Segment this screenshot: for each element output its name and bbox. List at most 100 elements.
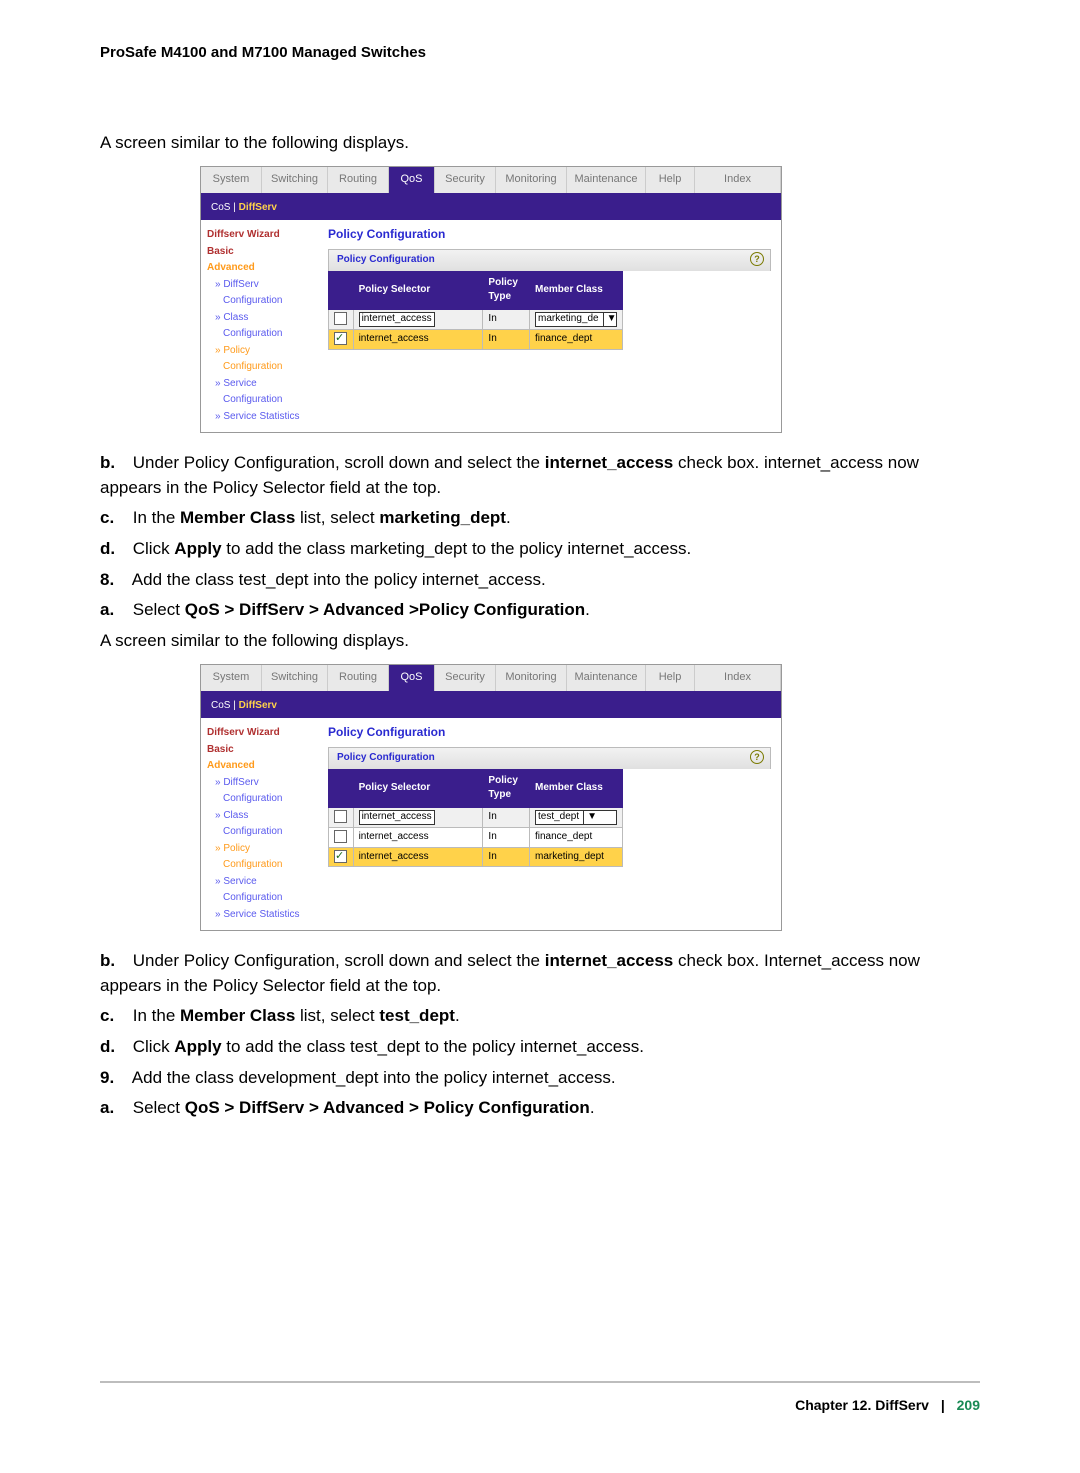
table-row-selected[interactable]: internet_access In marketing_dept <box>329 847 623 867</box>
tab-security[interactable]: Security <box>435 665 496 691</box>
step-d2: d. Click Apply to add the class test_dep… <box>100 1035 980 1060</box>
subtab-diffserv[interactable]: DiffServ <box>239 202 277 213</box>
sub-tab-bar: CoS | DiffServ <box>201 196 781 221</box>
sidebar-service-cfg2[interactable]: Configuration <box>223 393 312 408</box>
tab-index[interactable]: Index <box>695 665 781 691</box>
footer-rule <box>100 1381 980 1383</box>
cell-type: In <box>483 309 530 329</box>
table-row-edit: internet_access In marketing_de▼ <box>329 309 623 329</box>
step-9a: a. Select QoS > DiffServ > Advanced > Po… <box>100 1096 980 1121</box>
footer: Chapter 12. DiffServ | 209 <box>100 1397 980 1413</box>
row-checkbox-checked[interactable] <box>334 850 347 863</box>
member-class-select[interactable]: test_dept▼ <box>535 810 617 825</box>
sidebar-service-cfg[interactable]: » Service <box>215 875 312 890</box>
sidebar-service-stats[interactable]: » Service Statistics <box>215 908 312 923</box>
col-type: Policy Type <box>483 271 530 309</box>
chevron-down-icon: ▼ <box>603 312 617 327</box>
tab-qos[interactable]: QoS <box>389 167 435 193</box>
sidebar-basic[interactable]: Basic <box>207 245 312 260</box>
tab-security[interactable]: Security <box>435 167 496 193</box>
sidebar-service-stats[interactable]: » Service Statistics <box>215 410 312 425</box>
sidebar-diffserv-cfg2[interactable]: Configuration <box>223 792 312 807</box>
policy-table: Policy Selector Policy Type Member Class… <box>328 271 623 350</box>
tab-help[interactable]: Help <box>646 167 695 193</box>
main-title: Policy Configuration <box>328 226 771 243</box>
sidebar-wizard[interactable]: Diffserv Wizard <box>207 726 312 741</box>
tab-routing[interactable]: Routing <box>328 665 389 691</box>
sidebar-diffserv-cfg2[interactable]: Configuration <box>223 294 312 309</box>
sidebar-advanced[interactable]: Advanced <box>207 759 312 774</box>
member-class-select[interactable]: marketing_de▼ <box>535 312 617 327</box>
subtab-sep: | <box>233 700 236 711</box>
tab-maintenance[interactable]: Maintenance <box>567 167 646 193</box>
text: to add the class test_dept to the policy… <box>222 1037 644 1056</box>
col-selector: Policy Selector <box>353 769 483 807</box>
row-checkbox[interactable] <box>334 810 347 823</box>
subtab-cos[interactable]: CoS <box>211 202 230 213</box>
text: list, select <box>295 1006 379 1025</box>
sidebar-basic[interactable]: Basic <box>207 743 312 758</box>
step-8a: a. Select QoS > DiffServ > Advanced >Pol… <box>100 598 980 623</box>
tab-system[interactable]: System <box>201 167 262 193</box>
sidebar-class-cfg[interactable]: » Class <box>215 311 312 326</box>
tab-index[interactable]: Index <box>695 167 781 193</box>
policy-selector-input[interactable]: internet_access <box>359 312 435 327</box>
label-9: 9. <box>100 1066 128 1091</box>
step-d1: d. Click Apply to add the class marketin… <box>100 537 980 562</box>
table-row-edit: internet_access In test_dept▼ <box>329 807 623 827</box>
cell-member: finance_dept <box>530 329 623 349</box>
label-c: c. <box>100 1004 128 1029</box>
help-icon[interactable]: ? <box>750 750 764 764</box>
tab-monitoring[interactable]: Monitoring <box>496 167 567 193</box>
cell-type: In <box>483 827 530 847</box>
policy-selector-input[interactable]: internet_access <box>359 810 435 825</box>
footer-chapter: Chapter 12. DiffServ <box>795 1397 929 1413</box>
subtab-diffserv[interactable]: DiffServ <box>239 700 277 711</box>
sidebar-class-cfg2[interactable]: Configuration <box>223 327 312 342</box>
sidebar-wizard[interactable]: Diffserv Wizard <box>207 228 312 243</box>
text: to add the class marketing_dept to the p… <box>222 539 692 558</box>
table-row[interactable]: internet_access In finance_dept <box>329 827 623 847</box>
tab-help[interactable]: Help <box>646 665 695 691</box>
text: . <box>590 1098 595 1117</box>
cell-member: finance_dept <box>530 827 623 847</box>
sidebar-advanced[interactable]: Advanced <box>207 261 312 276</box>
subtab-cos[interactable]: CoS <box>211 700 230 711</box>
text: . <box>455 1006 460 1025</box>
step-c2: c. In the Member Class list, select test… <box>100 1004 980 1029</box>
row-checkbox[interactable] <box>334 312 347 325</box>
col-type: Policy Type <box>483 769 530 807</box>
tab-maintenance[interactable]: Maintenance <box>567 665 646 691</box>
panel-header: Policy Configuration ? <box>328 747 771 769</box>
sidebar-policy-cfg2[interactable]: Configuration <box>223 858 312 873</box>
panel-title-text: Policy Configuration <box>337 752 435 763</box>
tab-monitoring[interactable]: Monitoring <box>496 665 567 691</box>
sidebar-class-cfg[interactable]: » Class <box>215 809 312 824</box>
text-bold: Apply <box>174 539 221 558</box>
label-d: d. <box>100 1035 128 1060</box>
sidebar-class-cfg2[interactable]: Configuration <box>223 825 312 840</box>
text: In the <box>133 1006 180 1025</box>
text: Click <box>133 539 175 558</box>
row-checkbox[interactable] <box>334 830 347 843</box>
sidebar-policy-cfg[interactable]: » Policy <box>215 344 312 359</box>
tab-qos[interactable]: QoS <box>389 665 435 691</box>
tab-system[interactable]: System <box>201 665 262 691</box>
table-row-selected[interactable]: internet_access In finance_dept <box>329 329 623 349</box>
sidebar-diffserv-cfg[interactable]: » DiffServ <box>215 776 312 791</box>
text: Under Policy Configuration, scroll down … <box>133 951 545 970</box>
tab-switching[interactable]: Switching <box>262 167 328 193</box>
tab-routing[interactable]: Routing <box>328 167 389 193</box>
sidebar-diffserv-cfg[interactable]: » DiffServ <box>215 278 312 293</box>
row-checkbox-checked[interactable] <box>334 332 347 345</box>
help-icon[interactable]: ? <box>750 252 764 266</box>
text: Click <box>133 1037 175 1056</box>
main-title: Policy Configuration <box>328 724 771 741</box>
sidebar-policy-cfg2[interactable]: Configuration <box>223 360 312 375</box>
tab-switching[interactable]: Switching <box>262 665 328 691</box>
sidebar-policy-cfg[interactable]: » Policy <box>215 842 312 857</box>
sidebar-service-cfg2[interactable]: Configuration <box>223 891 312 906</box>
text-bold: marketing_dept <box>379 508 506 527</box>
screenshot-2: System Switching Routing QoS Security Mo… <box>200 664 782 931</box>
sidebar-service-cfg[interactable]: » Service <box>215 377 312 392</box>
